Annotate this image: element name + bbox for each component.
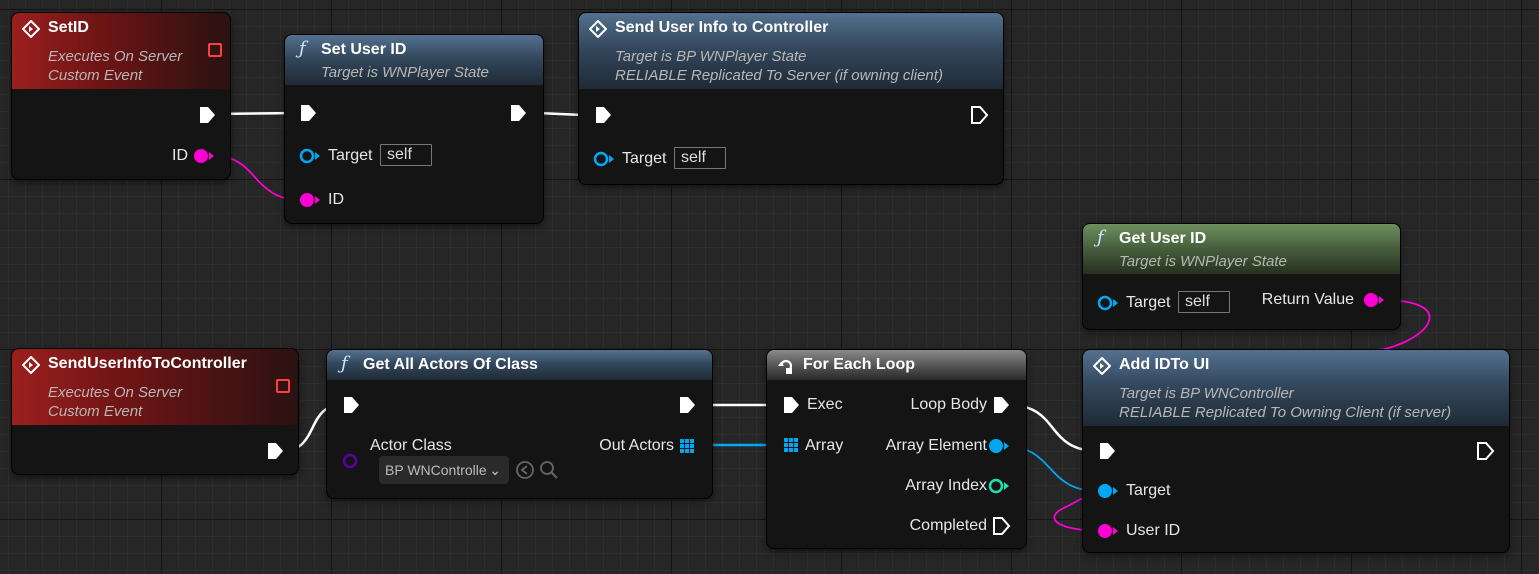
pin-label: ID [328, 191, 344, 208]
exec-in-pin[interactable] [341, 395, 361, 415]
pin-label: ID [172, 147, 188, 164]
node-subtitle: Target is WNPlayer State [321, 64, 489, 81]
node-subtitle: Target is BP WNController [1119, 385, 1294, 402]
exec-out-pin[interactable] [991, 395, 1011, 415]
get-all-actors-node[interactable]: ƒ Get All Actors Of Class Actor Class BP… [327, 350, 712, 498]
node-title: Set User ID [321, 41, 407, 58]
object-in-pin[interactable] [299, 147, 321, 165]
pin-label: Target [1126, 294, 1171, 311]
for-each-loop-node[interactable]: For Each Loop Exec Array Loop Body Array… [767, 350, 1026, 548]
function-icon: ƒ [299, 38, 306, 59]
set-user-id-node[interactable]: ƒ Set User ID Target is WNPlayer State T… [285, 35, 543, 223]
exec-in-pin[interactable] [298, 103, 318, 123]
pin-label: Array Element [885, 437, 987, 454]
node-subtitle: RELIABLE Replicated To Server (if owning… [615, 67, 943, 84]
exec-in-pin[interactable] [1097, 441, 1117, 461]
pin-label: Loop Body [910, 396, 987, 413]
function-icon: ƒ [341, 353, 348, 374]
replicated-icon [208, 43, 222, 57]
node-subtitle: Custom Event [48, 67, 143, 84]
node-title: Get All Actors Of Class [363, 356, 538, 373]
replicated-icon [276, 379, 290, 393]
event-icon [1093, 357, 1111, 375]
pin-label: Target [1126, 482, 1171, 499]
event-icon [589, 20, 607, 38]
pin-label: Actor Class [370, 437, 452, 454]
node-header: ƒ Get All Actors Of Class [327, 350, 712, 380]
send-user-info-node[interactable]: Send User Info to Controller Target is B… [579, 13, 1003, 184]
node-subtitle: Custom Event [48, 403, 143, 420]
add-id-to-ui-node[interactable]: Add IDTo UI Target is BP WNController RE… [1083, 350, 1509, 552]
string-in-pin[interactable] [299, 191, 321, 209]
array-in-pin[interactable] [783, 437, 799, 453]
exec-out-pin[interactable] [677, 395, 697, 415]
pin-label: Out Actors [599, 437, 674, 454]
pin-label: Array Index [905, 477, 987, 494]
class-in-pin[interactable] [341, 452, 363, 470]
string-out-pin[interactable] [1363, 291, 1385, 309]
object-in-pin[interactable] [1097, 294, 1119, 312]
exec-in-pin[interactable] [593, 105, 613, 125]
node-subtitle: Target is BP WNPlayer State [615, 48, 807, 65]
object-out-pin[interactable] [988, 437, 1010, 455]
node-subtitle: Target is WNPlayer State [1119, 253, 1287, 270]
object-in-pin[interactable] [1097, 482, 1119, 500]
node-header: Send User Info to Controller Target is B… [579, 13, 1003, 89]
get-user-id-node[interactable]: ƒ Get User ID Target is WNPlayer State T… [1083, 224, 1400, 329]
pin-label: User ID [1126, 522, 1181, 539]
node-subtitle: Executes On Server [48, 48, 183, 65]
node-header: For Each Loop [767, 350, 1026, 380]
node-title: SetID [48, 19, 89, 36]
exec-out-pin[interactable] [969, 105, 989, 125]
target-self-field[interactable]: self [380, 144, 432, 166]
actor-class-value: BP WNControlle [385, 462, 487, 478]
int-out-pin[interactable] [988, 477, 1010, 495]
node-title: SendUserInfoToController [48, 355, 247, 372]
node-title: Add IDTo UI [1119, 356, 1210, 373]
pin-label: Return Value [1261, 291, 1354, 308]
use-selected-icon[interactable] [515, 460, 535, 480]
event-icon [22, 20, 40, 38]
pin-label: Completed [909, 517, 987, 534]
exec-out-pin[interactable] [197, 105, 217, 125]
node-title: Send User Info to Controller [615, 19, 829, 36]
actor-class-dropdown[interactable]: BP WNControlle ⌄ [379, 456, 509, 484]
node-header: ƒ Set User ID Target is WNPlayer State [285, 35, 543, 85]
setid-event-node[interactable]: SetID Executes On Server Custom Event ID [12, 13, 230, 179]
node-title: For Each Loop [803, 356, 915, 373]
event-icon [22, 356, 40, 374]
target-self-field[interactable]: self [674, 147, 726, 169]
target-self-field[interactable]: self [1178, 291, 1230, 313]
exec-out-pin[interactable] [1475, 441, 1495, 461]
string-out-pin[interactable] [193, 147, 215, 165]
node-subtitle: Executes On Server [48, 384, 183, 401]
senduserinfo-event-node[interactable]: SendUserInfoToController Executes On Ser… [12, 349, 298, 474]
chevron-down-icon: ⌄ [489, 462, 501, 478]
node-header: SendUserInfoToController Executes On Ser… [12, 349, 298, 425]
function-icon: ƒ [1097, 227, 1104, 248]
exec-out-pin[interactable] [265, 441, 285, 461]
node-subtitle: RELIABLE Replicated To Owning Client (if… [1119, 404, 1452, 421]
array-out-pin[interactable] [679, 438, 695, 454]
string-in-pin[interactable] [1097, 522, 1119, 540]
node-header: ƒ Get User ID Target is WNPlayer State [1083, 224, 1400, 274]
pin-label: Array [805, 437, 844, 454]
pin-label: Target [622, 150, 667, 167]
node-title: Get User ID [1119, 230, 1207, 247]
pin-label: Target [328, 147, 373, 164]
browse-search-icon[interactable] [539, 460, 559, 480]
node-header: Add IDTo UI Target is BP WNController RE… [1083, 350, 1509, 426]
object-in-pin[interactable] [593, 150, 615, 168]
exec-in-pin[interactable] [781, 395, 801, 415]
pin-label: Exec [807, 396, 843, 413]
node-header: SetID Executes On Server Custom Event [12, 13, 230, 89]
exec-out-pin[interactable] [991, 516, 1011, 536]
exec-out-pin[interactable] [508, 103, 528, 123]
loop-icon [778, 359, 793, 374]
